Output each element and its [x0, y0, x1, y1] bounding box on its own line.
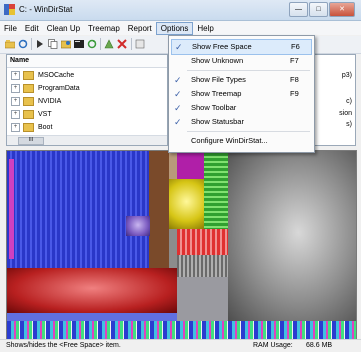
menu-item-show-unknown[interactable]: Show Unknown F7 — [171, 54, 310, 68]
horizontal-scrollbar[interactable]: III — [7, 135, 167, 145]
tree-row[interactable]: + VST — [7, 108, 52, 121]
menu-options[interactable]: Options — [155, 21, 194, 35]
tree-row-label: NVIDIA — [38, 98, 62, 105]
expand-icon[interactable]: + — [11, 123, 20, 132]
cleanup-icon[interactable] — [104, 39, 114, 49]
expand-icon[interactable]: + — [11, 71, 20, 80]
treemap-block[interactable] — [177, 151, 204, 179]
treemap-block[interactable] — [177, 277, 228, 321]
options-menu: ✓ Show Free Space F6 Show Unknown F7 ✓ S… — [168, 35, 315, 153]
treemap-block[interactable] — [9, 159, 14, 259]
treemap-block[interactable] — [169, 179, 204, 229]
treemap-free-space[interactable] — [228, 151, 356, 321]
menu-item-show-toolbar[interactable]: ✓ Show Toolbar — [171, 101, 310, 115]
ram-usage-value: 68.6 MB — [306, 342, 333, 349]
menu-item-show-free-space[interactable]: ✓ Show Free Space F6 — [171, 39, 312, 55]
column-fragment: sion — [339, 110, 352, 117]
treemap-block[interactable] — [7, 321, 356, 339]
menu-item-configure[interactable]: Configure WinDirStat... — [171, 134, 310, 148]
menu-help[interactable]: Help — [193, 22, 217, 35]
tree-row[interactable]: + ProgramData — [7, 82, 80, 95]
ram-usage-label: RAM Usage: — [253, 342, 293, 349]
copy-icon[interactable] — [48, 39, 58, 49]
refresh-icon[interactable] — [18, 39, 28, 49]
maximize-button[interactable]: □ — [309, 2, 328, 17]
expand-icon[interactable]: + — [11, 97, 20, 106]
checkmark-icon: ✓ — [174, 75, 182, 85]
menu-report[interactable]: Report — [124, 22, 156, 35]
minimize-button[interactable]: — — [289, 2, 308, 17]
treemap-block[interactable] — [149, 151, 169, 268]
name-column-header[interactable]: Name — [7, 55, 167, 68]
directory-tree-columns: p3) c) sion s) — [314, 54, 356, 146]
tree-row[interactable]: + Boot — [7, 121, 52, 134]
properties-icon[interactable] — [135, 39, 145, 49]
treemap-block[interactable] — [7, 151, 149, 268]
column-fragment: c) — [346, 98, 352, 105]
expand-icon[interactable]: + — [11, 84, 20, 93]
menu-edit[interactable]: Edit — [21, 22, 43, 35]
checkmark-icon: ✓ — [174, 103, 182, 113]
cmd-icon[interactable] — [74, 39, 84, 49]
treemap-block[interactable] — [126, 216, 150, 236]
open-icon[interactable] — [5, 39, 15, 49]
column-fragment: s) — [346, 121, 352, 128]
treemap-block[interactable] — [204, 151, 228, 231]
checkmark-icon: ✓ — [174, 117, 182, 127]
title-bar: C: - WinDirStat — □ ✕ — [0, 0, 361, 21]
checkmark-icon: ✓ — [175, 42, 183, 52]
treemap-block[interactable] — [177, 255, 228, 277]
menu-item-show-statusbar[interactable]: ✓ Show Statusbar — [171, 115, 310, 129]
window-title: C: - WinDirStat — [19, 5, 73, 14]
menu-item-show-file-types[interactable]: ✓ Show File Types F8 — [171, 73, 310, 87]
folder-icon — [23, 71, 34, 80]
close-button[interactable]: ✕ — [329, 2, 355, 17]
treemap-block[interactable] — [7, 313, 177, 321]
menu-clean-up[interactable]: Clean Up — [43, 22, 84, 35]
play-icon[interactable] — [35, 39, 45, 49]
scroll-thumb[interactable]: III — [18, 137, 44, 145]
menu-file[interactable]: File — [0, 22, 21, 35]
column-fragment: p3) — [341, 72, 352, 79]
status-bar: Shows/hides the <Free Space> item. RAM U… — [0, 339, 361, 352]
treemap[interactable] — [6, 150, 357, 340]
tree-row-label: VST — [38, 111, 52, 118]
directory-tree: Name + MSOCache + ProgramData + NVIDIA + VST… — [6, 54, 168, 146]
treemap-block[interactable] — [7, 268, 177, 313]
windirstat-app-icon — [4, 4, 15, 15]
folder-icon — [23, 97, 34, 106]
menu-bar: File Edit Clean Up Treemap Report Option… — [0, 21, 361, 35]
delete-icon[interactable] — [117, 39, 127, 49]
tree-row-label: Boot — [38, 124, 53, 131]
tree-row[interactable]: + MSOCache — [7, 69, 74, 82]
checkmark-icon: ✓ — [174, 89, 182, 99]
refresh-selected-icon[interactable] — [87, 39, 97, 49]
menu-item-show-treemap[interactable]: ✓ Show Treemap F9 — [171, 87, 310, 101]
folder-icon — [23, 84, 34, 93]
tree-row-label: ProgramData — [38, 85, 80, 92]
tree-row-label: MSOCache — [38, 72, 75, 79]
status-message: Shows/hides the <Free Space> item. — [6, 342, 121, 349]
expand-icon[interactable]: + — [11, 110, 20, 119]
folder-icon — [23, 123, 34, 132]
treemap-block[interactable] — [177, 229, 228, 255]
folder-icon — [23, 110, 34, 119]
explorer-icon[interactable] — [61, 39, 71, 49]
menu-treemap[interactable]: Treemap — [84, 22, 124, 35]
tree-row[interactable]: + NVIDIA — [7, 95, 61, 108]
